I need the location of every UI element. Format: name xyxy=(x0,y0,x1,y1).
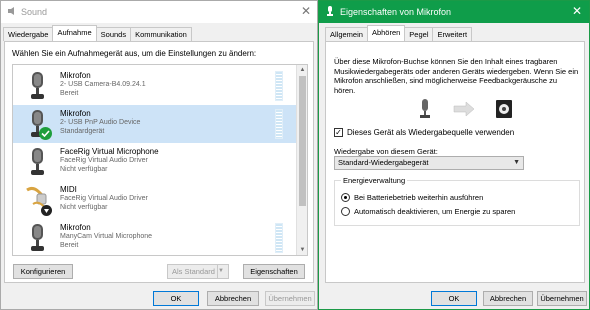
microphone-icon xyxy=(420,99,430,118)
ok-button[interactable]: OK xyxy=(153,291,199,306)
microphone-icon xyxy=(327,6,333,16)
close-icon[interactable]: ✕ xyxy=(301,4,311,18)
device-detail: 2- USB PnP Audio Device xyxy=(60,119,141,126)
playback-device-value: Standard-Wiedergabegerät xyxy=(338,158,429,167)
tab-kommunikation[interactable]: Kommunikation xyxy=(130,27,192,41)
power-group-title: Energieverwaltung xyxy=(341,176,408,185)
tab-wiedergabe[interactable]: Wiedergabe xyxy=(3,27,54,41)
microphone-icon xyxy=(31,148,44,175)
level-meter xyxy=(275,71,283,101)
arrow-right-icon xyxy=(453,101,475,117)
speaker-icon xyxy=(496,100,512,118)
microphone-icon xyxy=(31,72,44,99)
radio-battery-label: Bei Batteriebetrieb weiterhin ausführen xyxy=(354,193,484,202)
listen-panel: Über diese Mikrofon-Buchse können Sie de… xyxy=(325,41,585,283)
radio-battery-row[interactable]: Bei Batteriebetrieb weiterhin ausführen xyxy=(341,193,483,202)
set-default-label: Als Standard xyxy=(172,267,215,276)
power-management-group: Energieverwaltung Bei Batteriebetrieb we… xyxy=(334,176,580,226)
device-name: MIDI xyxy=(60,185,77,194)
list-item[interactable]: FaceRig Virtual Microphone FaceRig Virtu… xyxy=(13,143,297,181)
device-status: Bereit xyxy=(60,242,79,249)
tab-pegel[interactable]: Pegel xyxy=(404,27,434,41)
configure-button[interactable]: Konfigurieren xyxy=(13,264,73,279)
cancel-button[interactable]: Abbrechen xyxy=(483,291,533,306)
ok-button[interactable]: OK xyxy=(431,291,477,306)
device-detail: FaceRig Virtual Audio Driver xyxy=(60,195,148,202)
speaker-icon xyxy=(8,7,14,15)
device-name: FaceRig Virtual Microphone xyxy=(60,147,159,156)
radio-battery[interactable] xyxy=(341,193,350,202)
sound-title: Sound xyxy=(21,7,48,17)
close-icon[interactable]: ✕ xyxy=(572,4,582,18)
tab-aufnahme[interactable]: Aufnahme xyxy=(52,25,97,41)
device-detail: FaceRig Virtual Audio Driver xyxy=(60,157,148,164)
checkmark-icon xyxy=(39,127,52,140)
device-detail: 2- USB Camera-B4.09.24.1 xyxy=(60,81,146,88)
list-item[interactable]: Mikrofon 2- USB PnP Audio Device Standar… xyxy=(13,105,297,143)
playback-checkbox-row[interactable]: ✓ Dieses Gerät als Wiedergabequelle verw… xyxy=(334,128,514,137)
tab-abhoeren[interactable]: Abhören xyxy=(366,25,406,41)
list-item[interactable]: Mikrofon ManyCam Virtual Microphone Bere… xyxy=(13,219,297,255)
scroll-thumb[interactable] xyxy=(299,76,306,206)
playback-checkbox[interactable]: ✓ xyxy=(334,128,343,137)
properties-title: Eigenschaften von Mikrofon xyxy=(340,7,452,17)
cancel-button[interactable]: Abbrechen xyxy=(207,291,259,306)
device-status: Nicht verfügbar xyxy=(60,166,108,173)
device-status: Bereit xyxy=(60,90,79,97)
mic-to-speaker-diagram xyxy=(420,99,512,118)
scrollbar[interactable]: ▲ ▼ xyxy=(296,65,307,255)
tab-sounds[interactable]: Sounds xyxy=(95,27,132,41)
chevron-down-icon[interactable]: ▼ xyxy=(217,265,228,278)
level-meter xyxy=(275,223,283,253)
sound-title-bar: Sound ✕ xyxy=(1,1,317,23)
properties-tabs: Allgemein Abhören Pegel Erweitert xyxy=(325,25,473,41)
device-name: Mikrofon xyxy=(60,109,91,118)
device-list: Mikrofon 2- USB Camera-B4.09.24.1 Bereit… xyxy=(12,64,308,256)
playback-device-select[interactable]: Standard-Wiedergabegerät ▼ xyxy=(334,156,524,170)
properties-button[interactable]: Eigenschaften xyxy=(243,264,305,279)
playback-checkbox-label: Dieses Gerät als Wiedergabequelle verwen… xyxy=(347,128,515,137)
sound-tabs: Wiedergabe Aufnahme Sounds Kommunikation xyxy=(3,25,192,41)
device-name: Mikrofon xyxy=(60,71,91,80)
chevron-down-icon: ▼ xyxy=(513,159,520,166)
radio-auto-label: Automatisch deaktivieren, um Energie zu … xyxy=(354,207,516,216)
scroll-down-icon[interactable]: ▼ xyxy=(298,245,307,255)
tab-erweitert[interactable]: Erweitert xyxy=(432,27,473,41)
sound-dialog: Sound ✕ Wiedergabe Aufnahme Sounds Kommu… xyxy=(0,0,318,310)
device-detail: ManyCam Virtual Microphone xyxy=(60,233,153,240)
radio-auto-row[interactable]: Automatisch deaktivieren, um Energie zu … xyxy=(341,207,515,216)
description-text: Über diese Mikrofon-Buchse können Sie de… xyxy=(334,57,579,95)
device-name: Mikrofon xyxy=(60,223,91,232)
set-default-button[interactable]: Als Standard ▼ xyxy=(167,264,229,279)
device-status: Nicht verfügbar xyxy=(60,204,108,211)
instruction-text: Wählen Sie ein Aufnahmegerät aus, um die… xyxy=(12,49,257,58)
microphone-icon xyxy=(31,224,44,251)
scroll-up-icon[interactable]: ▲ xyxy=(298,65,307,75)
list-item[interactable]: MIDI FaceRig Virtual Audio Driver Nicht … xyxy=(13,181,297,219)
apply-button[interactable]: Übernehmen xyxy=(265,291,315,306)
recording-panel: Wählen Sie ein Aufnahmegerät aus, um die… xyxy=(4,41,314,283)
apply-button[interactable]: Übernehmen xyxy=(537,291,587,306)
radio-auto[interactable] xyxy=(341,207,350,216)
properties-title-bar: Eigenschaften von Mikrofon ✕ xyxy=(319,1,589,23)
playback-device-label: Wiedergabe von diesem Gerät: xyxy=(334,147,438,156)
level-meter xyxy=(275,109,283,139)
tab-allgemein[interactable]: Allgemein xyxy=(325,27,368,41)
device-status: Standardgerät xyxy=(60,128,105,135)
list-item[interactable]: Mikrofon 2- USB Camera-B4.09.24.1 Bereit xyxy=(13,67,297,105)
properties-dialog: Eigenschaften von Mikrofon ✕ Allgemein A… xyxy=(318,0,590,310)
download-arrow-icon xyxy=(41,205,52,216)
